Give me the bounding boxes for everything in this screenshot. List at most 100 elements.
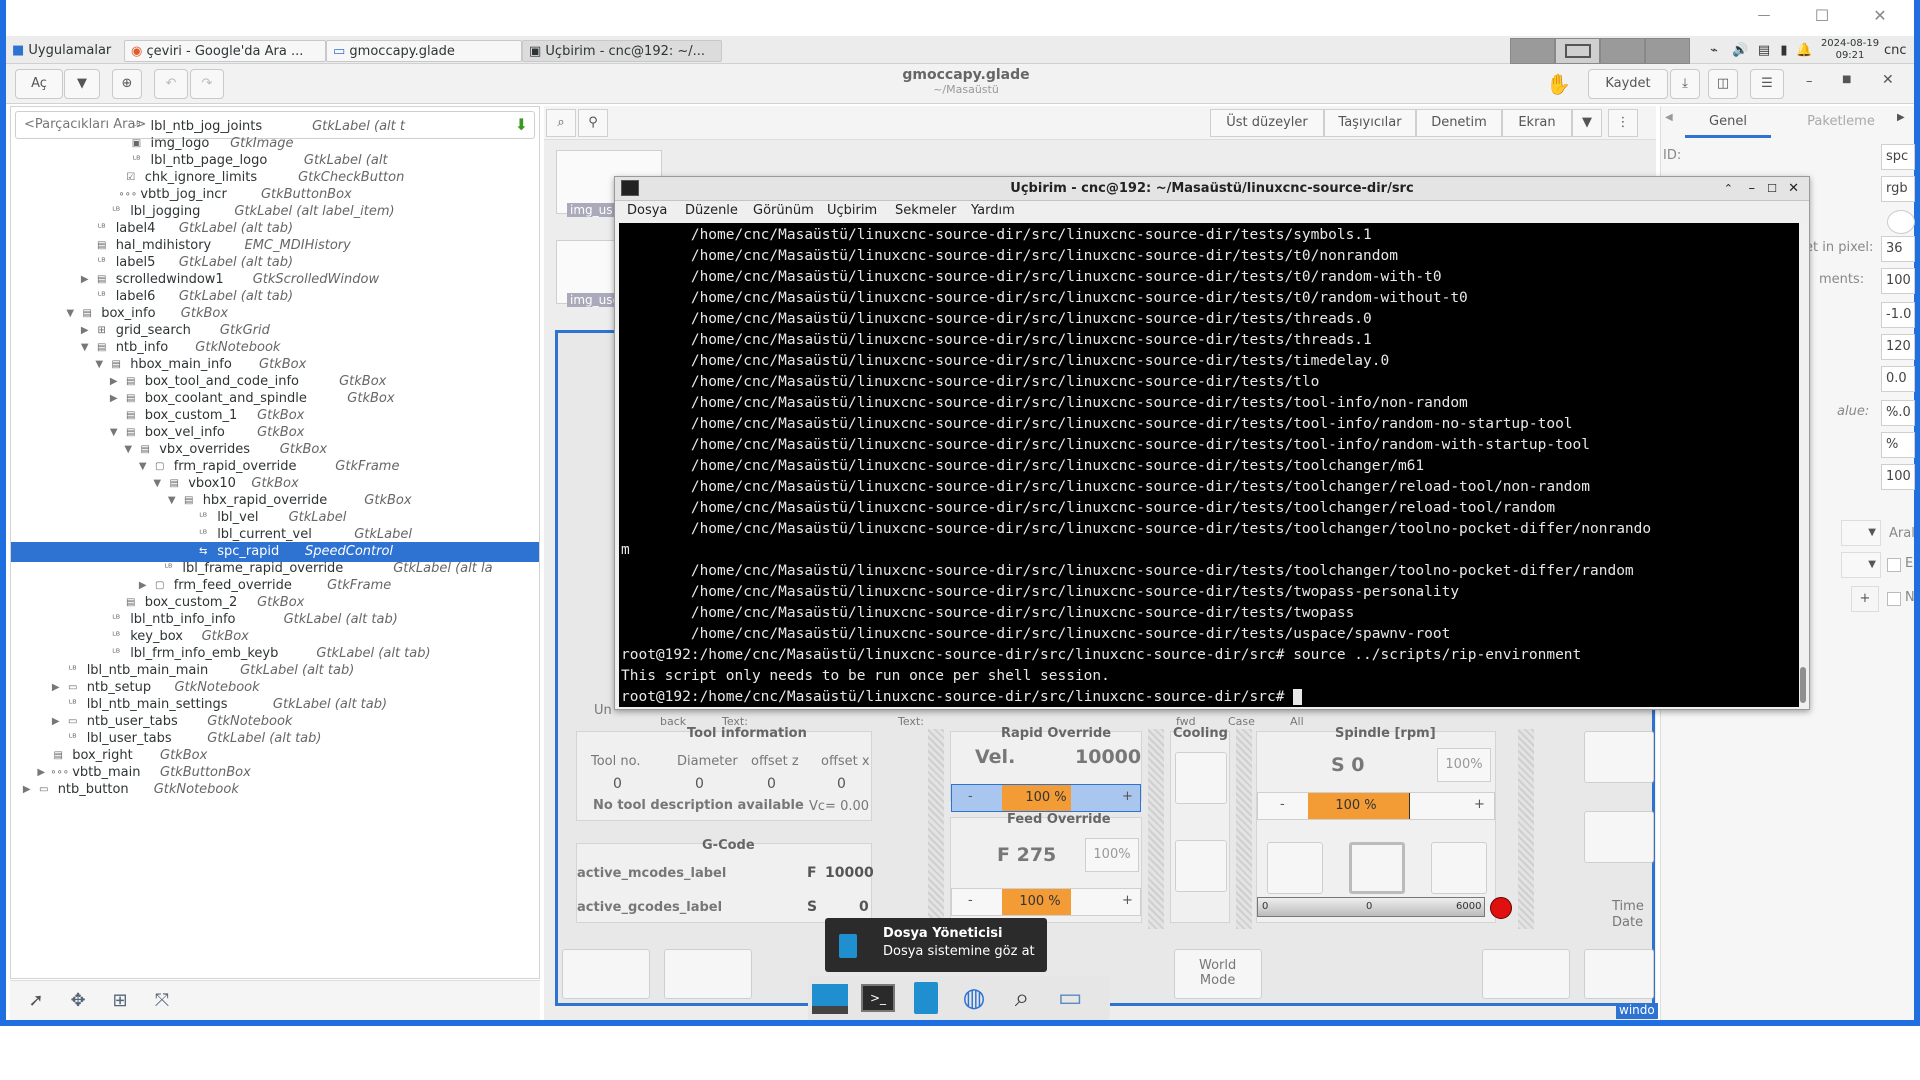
world-mode-button[interactable]: World Mode bbox=[1174, 949, 1262, 999]
prop-id-field[interactable]: spc bbox=[1881, 144, 1915, 170]
clipboard-icon[interactable]: ▤ bbox=[1756, 43, 1772, 59]
zoom-search-icon[interactable]: ⌕ bbox=[546, 109, 576, 137]
prop-field-120[interactable]: 120 bbox=[1881, 334, 1915, 360]
prop-color-swatch[interactable] bbox=[1887, 210, 1915, 234]
palette-menu-button[interactable]: ⋮ bbox=[1608, 109, 1638, 137]
terminal-maximize-button[interactable]: ☐ bbox=[1767, 177, 1777, 201]
new-file-button[interactable]: ⊕ bbox=[112, 69, 142, 99]
undo-button[interactable]: ↶ bbox=[154, 69, 188, 99]
tree-row[interactable]: ▶ ▭ ntb_button GtkNotebook bbox=[11, 780, 539, 800]
pointer-icon[interactable]: ➚ bbox=[24, 989, 48, 1013]
bottom-button-4[interactable] bbox=[1482, 949, 1570, 999]
prop-field-0[interactable]: 0.0 bbox=[1881, 366, 1915, 392]
app-finder-magnifier-icon[interactable]: ⌕ bbox=[1002, 980, 1042, 1016]
show-desktop-icon[interactable] bbox=[810, 980, 850, 1016]
terminal-shade-button[interactable]: ⌃ bbox=[1724, 177, 1733, 201]
spindle-ccw-button[interactable] bbox=[1431, 842, 1487, 894]
glade-minimize-button[interactable]: – bbox=[1806, 74, 1813, 89]
prop-combo-1[interactable]: ▼ bbox=[1841, 520, 1881, 546]
prop-format-field[interactable]: %.0 bbox=[1881, 400, 1915, 426]
menu-view[interactable]: Görünüm bbox=[753, 203, 814, 218]
tab-containers[interactable]: Taşıyıcılar bbox=[1324, 109, 1416, 137]
spindle-plus-button[interactable]: + bbox=[1474, 797, 1485, 812]
terminal-scrollbar[interactable] bbox=[1799, 223, 1807, 707]
recent-dropdown-button[interactable]: ▼ bbox=[64, 69, 100, 99]
case-label[interactable]: Case bbox=[1228, 715, 1255, 728]
glade-maximize-button[interactable]: ■ bbox=[1842, 74, 1851, 85]
menu-tabs[interactable]: Sekmeler bbox=[895, 203, 956, 218]
menu-file[interactable]: Dosya bbox=[627, 203, 667, 218]
spindle-stop-button[interactable] bbox=[1349, 842, 1405, 894]
expander-closed-icon[interactable]: ▶ bbox=[20, 780, 34, 800]
bottom-button-1[interactable] bbox=[562, 949, 650, 999]
apps-menu[interactable]: ■ Uygulamalar bbox=[6, 40, 118, 62]
terminal-titlebar[interactable]: Uçbirim - cnc@192: ~/Masaüstü/linuxcnc-s… bbox=[615, 177, 1809, 201]
folder-icon[interactable]: ▭ bbox=[1050, 980, 1090, 1016]
task-browser[interactable]: ◉ çeviri - Google'da Ara ... bbox=[124, 40, 326, 62]
file-manager-dock-icon[interactable] bbox=[906, 980, 946, 1016]
all-label[interactable]: All bbox=[1290, 715, 1304, 728]
inspector-icon[interactable]: ⚲ bbox=[578, 109, 608, 137]
save-as-button[interactable]: ⤓ bbox=[1670, 69, 1700, 99]
workspace-3[interactable] bbox=[1600, 38, 1645, 64]
prev-tab-arrow[interactable]: ◀ bbox=[1665, 112, 1673, 123]
grab-hand-icon[interactable]: ✋ bbox=[1546, 72, 1571, 96]
bottom-button-5[interactable] bbox=[1584, 949, 1654, 999]
workspace-4[interactable] bbox=[1645, 38, 1690, 64]
tab-general[interactable]: Genel bbox=[1685, 110, 1771, 138]
spindle-override-slider[interactable]: - 100 % + bbox=[1257, 792, 1495, 820]
feed-plus-button[interactable]: + bbox=[1122, 893, 1133, 908]
battery-icon[interactable]: ▮ bbox=[1776, 43, 1792, 59]
prop-rgb-field[interactable]: rgb bbox=[1881, 176, 1915, 202]
terminal-minimize-button[interactable]: – bbox=[1749, 177, 1756, 201]
prop-percent-field[interactable]: % bbox=[1881, 432, 1915, 458]
bottom-button-2[interactable] bbox=[664, 949, 752, 999]
web-browser-globe-icon[interactable]: ◍ bbox=[954, 980, 994, 1016]
workspace-2[interactable] bbox=[1555, 38, 1600, 64]
menu-edit[interactable]: Düzenle bbox=[685, 203, 738, 218]
flood-button[interactable] bbox=[1175, 752, 1227, 804]
tab-packing[interactable]: Paketleme bbox=[1791, 110, 1891, 138]
outer-maximize-button[interactable]: ☐ bbox=[1810, 6, 1834, 26]
user-menu[interactable]: cnc bbox=[1884, 40, 1914, 62]
tab-control[interactable]: Denetim bbox=[1416, 109, 1502, 137]
terminal-output[interactable]: /home/cnc/Masaüstü/linuxcnc-source-dir/s… bbox=[619, 223, 1799, 707]
prop-combo-2[interactable]: ▼ bbox=[1841, 552, 1881, 578]
task-terminal[interactable]: ▣ Uçbirim - cnc@192: ~/... bbox=[522, 40, 722, 62]
outer-close-button[interactable]: ✕ bbox=[1868, 6, 1892, 26]
prop-field-100[interactable]: 100 bbox=[1881, 268, 1915, 294]
save-button[interactable]: Kaydet bbox=[1588, 69, 1668, 99]
volume-icon[interactable]: 🔊 bbox=[1732, 43, 1748, 59]
prop-field-100b[interactable]: 100 bbox=[1881, 464, 1915, 490]
terminal-scrollbar-thumb[interactable] bbox=[1800, 667, 1806, 703]
prop-field-neg1[interactable]: -1.0 bbox=[1881, 302, 1915, 328]
prop-add-button[interactable]: + bbox=[1851, 586, 1879, 612]
notification-bell-icon[interactable]: 🔔 bbox=[1796, 43, 1812, 59]
clock[interactable]: 2024-08-19 09:21 bbox=[1820, 38, 1880, 62]
network-icon[interactable]: ⌁ bbox=[1706, 43, 1722, 59]
menu-button[interactable]: ☰ bbox=[1750, 69, 1784, 99]
rapid-override-slider[interactable]: - 100 % + bbox=[951, 784, 1141, 812]
terminal-dock-icon[interactable]: >_ bbox=[858, 980, 898, 1016]
rapid-plus-button[interactable]: + bbox=[1122, 789, 1133, 804]
align-icon[interactable]: ⤧ bbox=[150, 989, 174, 1013]
terminal-close-button[interactable]: ✕ bbox=[1788, 177, 1799, 201]
outer-minimize-button[interactable]: — bbox=[1752, 8, 1776, 28]
menu-help[interactable]: Yardım bbox=[971, 203, 1015, 218]
prop-pixel-field[interactable]: 36 bbox=[1881, 236, 1915, 262]
right-button-1[interactable] bbox=[1584, 731, 1654, 783]
tab-display[interactable]: Ekran bbox=[1502, 109, 1572, 137]
prop-checkbox-n[interactable] bbox=[1887, 592, 1901, 606]
spindle-cw-button[interactable] bbox=[1267, 842, 1323, 894]
drag-resize-icon[interactable]: ✥ bbox=[66, 989, 90, 1013]
menu-terminal[interactable]: Uçbirim bbox=[827, 203, 877, 218]
mist-button[interactable] bbox=[1175, 840, 1227, 892]
glade-close-button[interactable]: ✕ bbox=[1882, 72, 1894, 88]
back-label[interactable]: back bbox=[660, 715, 686, 728]
preview-button[interactable]: ◫ bbox=[1708, 69, 1738, 99]
prop-checkbox-e[interactable] bbox=[1887, 558, 1901, 572]
right-button-2[interactable] bbox=[1584, 811, 1654, 863]
feed-override-slider[interactable]: - 100 % + bbox=[951, 888, 1141, 916]
next-tab-arrow[interactable]: ▶ bbox=[1897, 112, 1905, 123]
tab-toplevels[interactable]: Üst düzeyler bbox=[1210, 109, 1324, 137]
